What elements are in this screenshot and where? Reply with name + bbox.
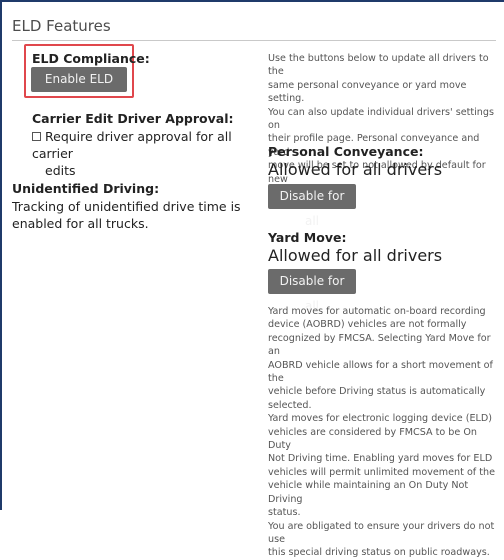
note-line: AOBRD vehicle allows for a short movemen…: [268, 359, 493, 385]
note-line: recognized by FMCSA. Selecting Yard Move…: [268, 332, 491, 358]
require-approval-checkbox[interactable]: [32, 132, 41, 141]
section-title: ELD Features: [12, 17, 111, 35]
unidentified-driving-text: Tracking of unidentified drive time is e…: [12, 198, 252, 232]
note-line: You are obligated to ensure your drivers…: [268, 520, 495, 545]
carrier-edit-option: Require driver approval for all carrier …: [32, 128, 262, 179]
personal-conveyance-value: Allowed for all drivers: [268, 160, 443, 179]
note-line: Not Driving time. Enabling yard moves fo…: [268, 453, 493, 465]
require-approval-label-line2[interactable]: edits: [32, 163, 76, 178]
unidentified-driving-label: Unidentified Driving:: [12, 181, 160, 196]
unidentified-text-line1: Tracking of unidentified drive time is: [12, 199, 241, 214]
note-line: vehicles will permit unlimited movement …: [268, 466, 495, 478]
intro-line: You can also update individual drivers' …: [268, 106, 494, 132]
yard-move-label: Yard Move:: [268, 230, 347, 245]
yard-move-notes: Yard moves for automatic on-board record…: [268, 305, 496, 560]
intro-line: Use the buttons below to update all driv…: [268, 53, 489, 78]
carrier-edit-label: Carrier Edit Driver Approval:: [32, 111, 234, 126]
enable-eld-button[interactable]: Enable ELD: [31, 67, 127, 92]
yard-move-value: Allowed for all drivers: [268, 246, 443, 265]
note-line: vehicles are considered by FMCSA to be O…: [268, 426, 477, 452]
top-border: [0, 0, 504, 2]
intro-line: same personal conveyance or yard move se…: [268, 79, 467, 105]
require-approval-label-line1[interactable]: Require driver approval for all carrier: [32, 129, 232, 161]
note-line: Yard moves for automatic on-board record…: [268, 306, 486, 317]
title-divider: [12, 40, 496, 41]
note-line: device (AOBRD) vehicles are not formally: [268, 319, 467, 331]
note-line: vehicle while maintaining an On Duty Not…: [268, 480, 469, 505]
disable-personal-conveyance-button[interactable]: Disable for all: [268, 184, 356, 228]
note-line: this special driving status on public ro…: [268, 547, 490, 559]
note-line: status.: [268, 507, 301, 519]
note-line: selected.: [268, 399, 312, 411]
unidentified-text-line2: enabled for all trucks.: [12, 216, 149, 231]
eld-compliance-label: ELD Compliance:: [32, 51, 150, 66]
disable-yard-move-button[interactable]: Disable for all: [268, 269, 356, 313]
personal-conveyance-label: Personal Conveyance:: [268, 144, 424, 159]
note-line: Yard moves for electronic logging device…: [268, 413, 493, 425]
note-line: vehicle before Driving status is automat…: [268, 386, 486, 398]
